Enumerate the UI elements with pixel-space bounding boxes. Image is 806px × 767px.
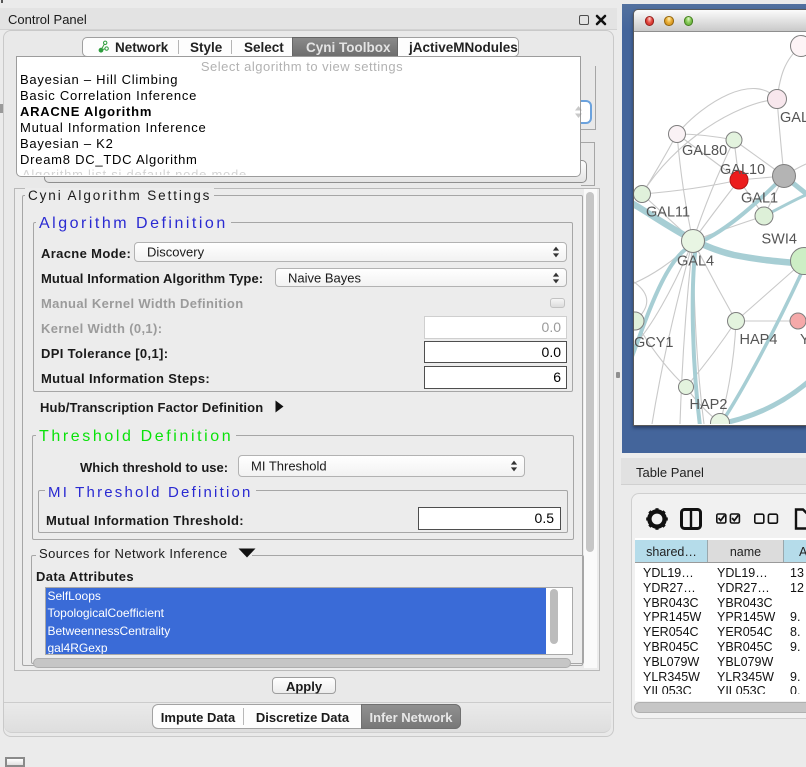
svg-text:HAP2: HAP2 (690, 397, 728, 413)
svg-text:GAL4: GAL4 (677, 254, 714, 270)
svg-text:HAP4: HAP4 (740, 332, 778, 348)
svg-text:GAL11: GAL11 (646, 205, 690, 221)
svg-text:GCY1: GCY1 (634, 335, 674, 351)
svg-text:GAL8: GAL8 (780, 110, 806, 126)
svg-text:GAL1: GAL1 (741, 191, 778, 207)
svg-text:SWI4: SWI4 (762, 232, 797, 248)
svg-text:GAL80: GAL80 (682, 143, 727, 159)
svg-text:Y: Y (800, 332, 806, 348)
svg-text:GAL10: GAL10 (720, 162, 765, 178)
